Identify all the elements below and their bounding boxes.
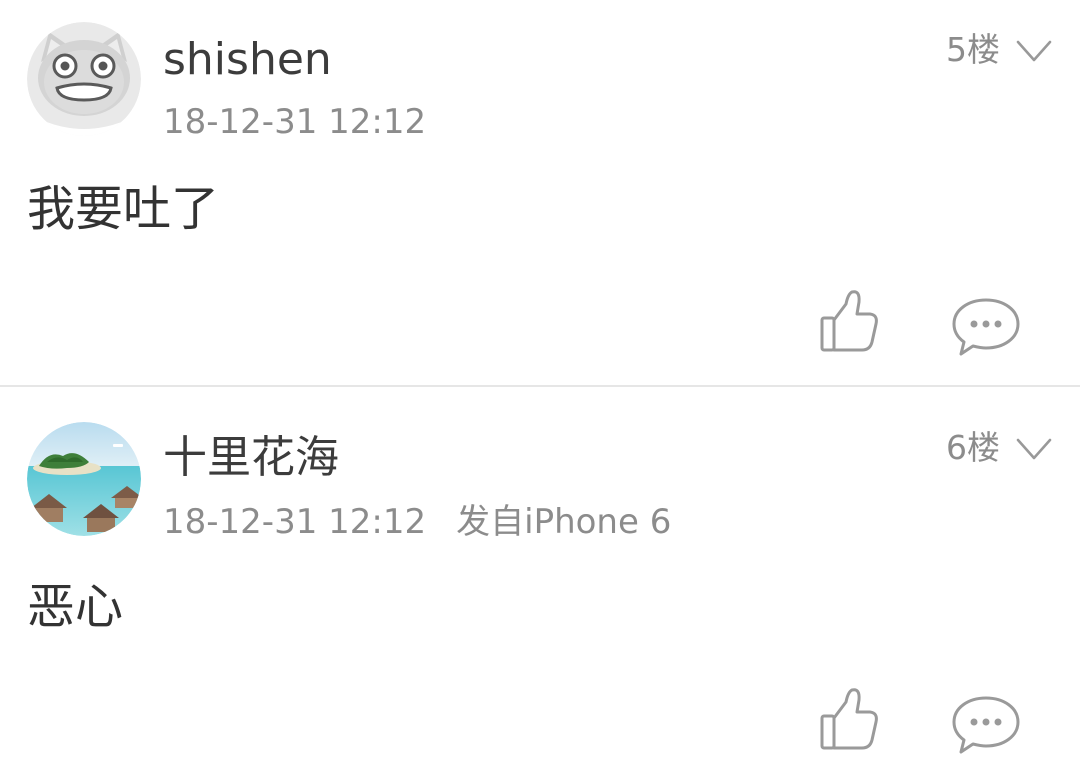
chevron-down-icon[interactable] (1014, 432, 1054, 466)
comment-bubble-icon[interactable] (948, 692, 1024, 758)
username[interactable]: 十里花海 (163, 430, 339, 486)
island-photo-icon (27, 422, 141, 536)
avatar[interactable] (27, 422, 141, 536)
device-source: 发自iPhone 6 (456, 502, 672, 542)
thumbs-up-icon[interactable] (812, 684, 884, 756)
comment-post: 十里花海 18-12-31 12:12 发自iPhone 6 6楼 恶心 (0, 386, 1080, 772)
timestamp: 18-12-31 12:12 (163, 102, 427, 142)
thumbs-up-icon[interactable] (812, 286, 884, 358)
post-meta: 18-12-31 12:12 (163, 100, 426, 144)
comment-bubble-icon[interactable] (948, 294, 1024, 360)
timestamp: 18-12-31 12:12 (163, 502, 427, 542)
comment-post: shishen 18-12-31 12:12 5楼 我要吐了 (0, 0, 1080, 386)
post-meta: 18-12-31 12:12 发自iPhone 6 (163, 500, 671, 544)
avatar[interactable] (27, 22, 141, 136)
floor-number: 6楼 (946, 428, 1000, 467)
cartoon-face-icon (27, 22, 141, 136)
comment-text: 我要吐了 (27, 181, 220, 237)
floor-number: 5楼 (946, 30, 1000, 69)
comment-text: 恶心 (27, 579, 124, 635)
username[interactable]: shishen (163, 32, 332, 88)
chevron-down-icon[interactable] (1014, 34, 1054, 68)
